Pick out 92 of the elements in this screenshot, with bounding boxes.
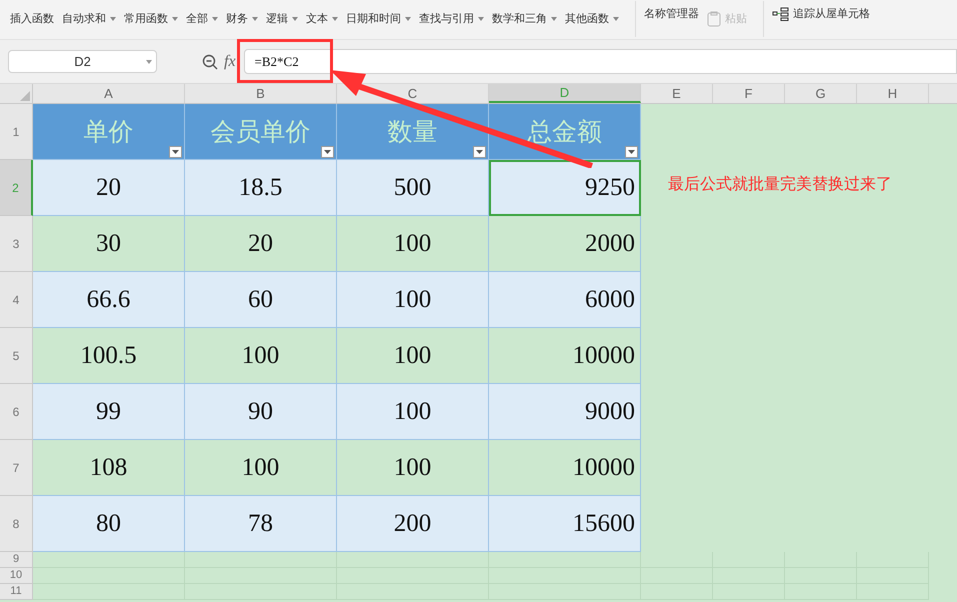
clipboard-icon <box>707 10 721 27</box>
filter-button[interactable] <box>473 146 486 158</box>
row-header[interactable]: 3 <box>0 216 33 272</box>
empty-cell[interactable] <box>489 552 641 568</box>
empty-cell[interactable] <box>641 552 713 568</box>
caret-icon <box>252 16 258 21</box>
caret-icon <box>110 16 116 21</box>
toolbar-button[interactable]: 其他函数 <box>565 10 619 27</box>
table-cell[interactable]: 9000 <box>489 384 641 440</box>
table-cell[interactable]: 18.5 <box>185 160 337 216</box>
caret-icon <box>172 150 179 154</box>
table-cell[interactable]: 108 <box>33 440 185 496</box>
column-header[interactable]: G <box>785 84 857 103</box>
caret-icon <box>613 16 619 21</box>
caret-icon <box>212 16 218 21</box>
caret-icon <box>292 16 298 21</box>
column-header[interactable]: F <box>713 84 785 103</box>
annotation-text: 最后公式就批量完美替换过来了 <box>668 174 892 195</box>
table-cell[interactable]: 100 <box>337 384 489 440</box>
caret-icon <box>332 16 338 21</box>
toolbar-button[interactable]: 自动求和 <box>62 10 116 27</box>
table-cell[interactable]: 500 <box>337 160 489 216</box>
toolbar-button[interactable]: 日期和时间 <box>346 10 411 27</box>
caret-icon <box>478 16 484 21</box>
row-header[interactable]: 7 <box>0 440 33 496</box>
caret-icon <box>405 16 411 21</box>
toolbar-button[interactable]: 逻辑 <box>266 10 298 27</box>
table-cell[interactable]: 15600 <box>489 496 641 552</box>
toolbar-button[interactable]: 插入函数 <box>10 10 54 27</box>
table-cell[interactable]: 100 <box>337 216 489 272</box>
table-cell[interactable]: 100.5 <box>33 328 185 384</box>
zoom-icon[interactable] <box>202 54 218 70</box>
toolbar-button[interactable]: 追踪从屋单元格 <box>772 6 870 22</box>
filter-button[interactable] <box>625 146 638 158</box>
table-cell[interactable]: 30 <box>33 216 185 272</box>
row-header[interactable]: 6 <box>0 384 33 440</box>
table-cell[interactable]: 100 <box>337 328 489 384</box>
name-box[interactable]: D2 <box>8 50 157 73</box>
column-header[interactable]: E <box>641 84 713 103</box>
row-header[interactable]: 8 <box>0 496 33 552</box>
table-cell[interactable]: 2000 <box>489 216 641 272</box>
toolbar-button[interactable]: 全部 <box>186 10 218 27</box>
toolbar-button[interactable]: 查找与引用 <box>419 10 484 27</box>
table-cell[interactable]: 100 <box>185 440 337 496</box>
column-header[interactable]: A <box>33 84 185 103</box>
table-header-cell: 单价 <box>33 104 185 160</box>
trace-precedents-icon <box>772 7 789 21</box>
table-cell[interactable]: 6000 <box>489 272 641 328</box>
table-cell[interactable]: 60 <box>185 272 337 328</box>
table-cell[interactable]: 100 <box>337 440 489 496</box>
caret-icon <box>628 150 635 154</box>
table-header-cell: 数量 <box>337 104 489 160</box>
toolbar-button[interactable]: 文本 <box>306 10 338 27</box>
filter-button[interactable] <box>321 146 334 158</box>
table-cell[interactable]: 200 <box>337 496 489 552</box>
empty-cell[interactable] <box>337 552 489 568</box>
table-cell[interactable]: 80 <box>33 496 185 552</box>
toolbar-button[interactable]: 财务 <box>226 10 258 27</box>
row-header[interactable]: 10 <box>0 568 33 584</box>
fx-icon[interactable]: fx <box>224 50 236 74</box>
table-cell[interactable]: 20 <box>185 216 337 272</box>
table-cell[interactable]: 10000 <box>489 440 641 496</box>
caret-icon <box>324 150 331 154</box>
caret-icon <box>172 16 178 21</box>
table-cell[interactable]: 66.6 <box>33 272 185 328</box>
table-header-cell: 会员单价 <box>185 104 337 160</box>
row-header[interactable]: 5 <box>0 328 33 384</box>
empty-cell[interactable] <box>185 552 337 568</box>
formula-input[interactable]: =B2*C2 <box>244 49 957 74</box>
table-cell[interactable]: 100 <box>337 272 489 328</box>
toolbar-button[interactable]: 名称管理器 <box>644 6 699 22</box>
row-header[interactable]: 11 <box>0 584 33 600</box>
table-cell[interactable]: 90 <box>185 384 337 440</box>
column-header[interactable]: H <box>857 84 929 103</box>
table-cell[interactable]: 99 <box>33 384 185 440</box>
row-header[interactable]: 1 <box>0 104 33 160</box>
toolbar-button[interactable]: 数学和三角 <box>492 10 557 27</box>
toolbar-button[interactable]: 常用函数 <box>124 10 178 27</box>
table-cell[interactable]: 100 <box>185 328 337 384</box>
table-cell[interactable]: 9250 <box>489 160 641 216</box>
table-cell[interactable]: 20 <box>33 160 185 216</box>
row-header[interactable]: 9 <box>0 552 33 568</box>
caret-icon <box>476 150 483 154</box>
caret-icon <box>551 16 557 21</box>
table-cell[interactable]: 78 <box>185 496 337 552</box>
column-header[interactable]: B <box>185 84 337 103</box>
row-header[interactable]: 4 <box>0 272 33 328</box>
table-cell[interactable]: 10000 <box>489 328 641 384</box>
caret-icon <box>146 60 152 64</box>
filter-button[interactable] <box>169 146 182 158</box>
table-header-cell: 总金额 <box>489 104 641 160</box>
select-all-corner[interactable] <box>20 91 30 101</box>
